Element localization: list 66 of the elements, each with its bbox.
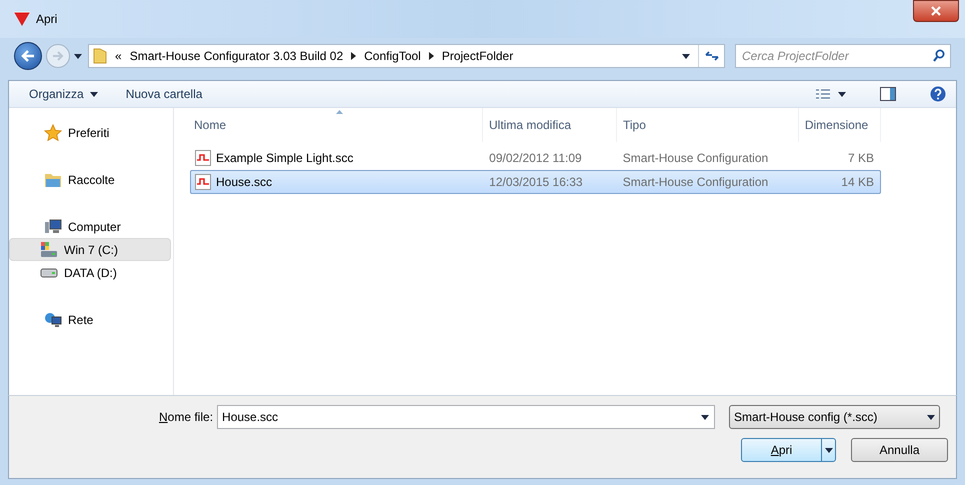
preview-pane-button[interactable] [880,87,896,101]
app-logo-icon [14,12,30,26]
table-cell-text: Example Simple Light.scc [216,150,354,167]
refresh-icon [704,50,718,62]
breadcrumb[interactable]: Smart-House Configurator 3.03 Build 02 [130,47,344,65]
close-icon [931,6,941,16]
table-cell-text: House.scc [216,174,272,191]
search-icon [933,49,945,62]
table-cell-text: 7 KB [848,150,874,167]
network-icon [44,312,62,328]
sort-arrow-icon [336,110,343,114]
file-icon [195,174,211,190]
table-cell-text: 12/03/2015 16:33 [489,174,583,191]
sidebar-item[interactable]: Rete [9,308,171,331]
column-header[interactable]: Ultima modifica [483,108,617,142]
open-button[interactable]: Apri [741,438,836,462]
address-bar[interactable]: « Smart-House Configurator 3.03 Build 02 ConfigTool ProjectFolder [88,44,725,68]
file-type-dropdown[interactable]: Smart-House config (*.scc) [729,405,940,429]
folder-icon [93,48,107,64]
column-header[interactable]: Tipo [617,108,799,142]
sidebar-item[interactable]: DATA (D:) [9,261,171,284]
sidebar-item[interactable]: Preferiti [9,121,171,144]
computer-icon [44,218,62,234]
caret-icon [824,448,832,452]
table-cell-text: Smart-House Configuration [622,174,768,191]
help-button[interactable] [930,86,946,102]
toolbar-button[interactable]: Nuova cartella [122,85,206,103]
file-row[interactable]: House.scc 12/03/2015 16:33 Smart-House Configuration 14 KB [190,170,881,194]
filename-field[interactable]: House.scc [217,405,716,429]
toolbar-button[interactable]: Organizza [25,85,102,103]
caret-icon [90,92,98,96]
table-cell-text: 09/02/2012 11:09 [489,150,582,167]
chevron-right-icon [428,52,434,60]
search-field[interactable]: Cerca ProjectFolder [735,44,951,68]
close-button[interactable] [913,0,959,22]
help-icon [930,86,946,102]
column-header[interactable]: Dimensione [799,108,881,142]
star-icon [44,124,62,142]
drive-icon [40,268,58,278]
drive-icon [40,242,58,258]
file-icon [195,150,211,166]
chevron-right-icon [351,52,356,60]
breadcrumb-overflow[interactable]: « [115,47,122,65]
sidebar-item[interactable]: Raccolte [9,168,171,191]
caret-icon [927,414,936,420]
field-label: Nome file: [159,409,214,426]
sidebar-item[interactable]: Computer [9,215,171,238]
list-view-icon [816,89,830,99]
caret-icon [838,92,846,96]
arrow-right-icon [52,51,64,61]
caret-icon [701,415,710,420]
table-cell-text: 14 KB [841,174,874,191]
arrow-left-icon [21,50,35,62]
pane-icon [880,87,896,101]
table-cell-text: Smart-House Configuration [622,150,768,167]
history-caret-icon [74,54,82,58]
sidebar-item[interactable]: Win 7 (C:) [9,238,171,261]
file-row[interactable]: Example Simple Light.scc 09/02/2012 11:09 Smart-House Configuration 7 KB [190,146,881,170]
folder-icon [44,172,62,188]
back-button[interactable] [14,42,42,70]
address-caret-icon [682,54,690,58]
breadcrumb[interactable]: ProjectFolder [442,47,514,65]
window-title: Apri [36,11,58,28]
cancel-button[interactable]: Annulla [851,438,948,462]
column-header[interactable]: Nome [190,108,483,142]
breadcrumb[interactable]: ConfigTool [364,47,421,65]
